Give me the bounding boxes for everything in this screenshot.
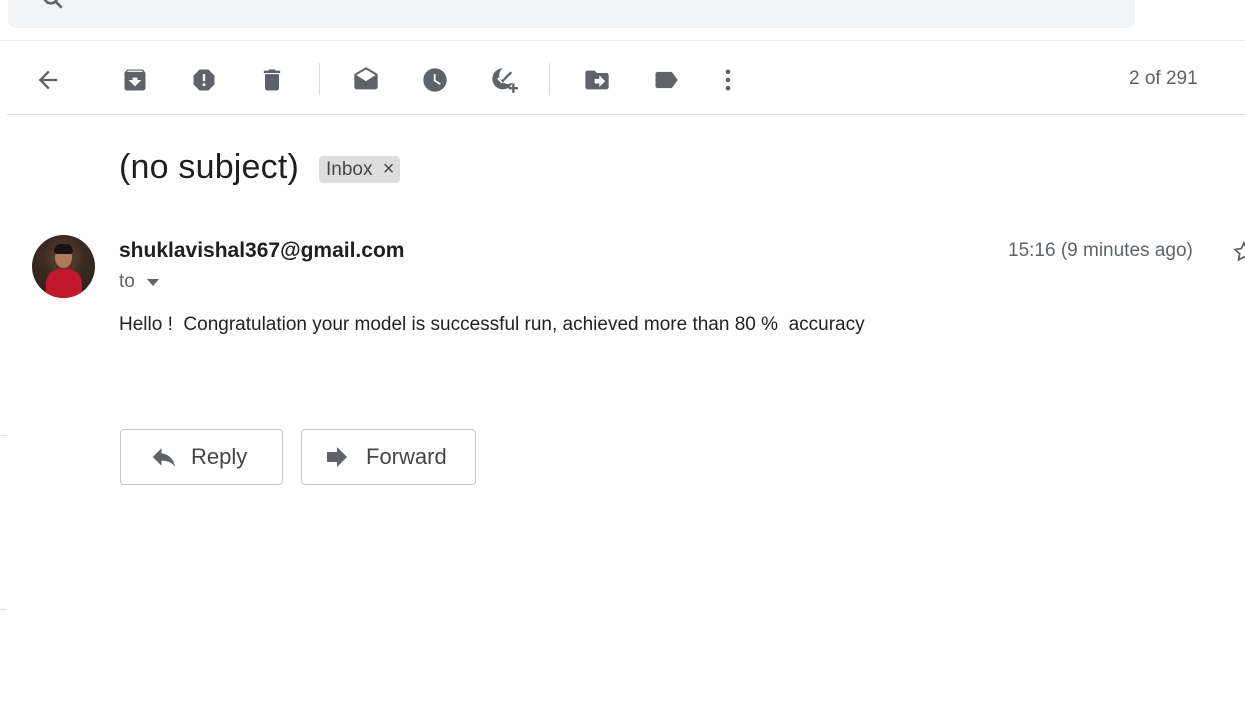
reply-label: Reply bbox=[191, 444, 248, 469]
mark-unread-icon bbox=[354, 67, 378, 90]
message-body: Hello ! Congratulation your model is suc… bbox=[119, 314, 865, 335]
forward-label: Forward bbox=[366, 444, 447, 469]
newer-button[interactable] bbox=[1239, 65, 1245, 93]
more-vert-icon bbox=[725, 69, 731, 91]
archive-icon bbox=[124, 69, 146, 91]
back-button[interactable] bbox=[28, 60, 68, 100]
delete-icon bbox=[263, 69, 281, 91]
add-to-tasks-icon bbox=[492, 68, 518, 93]
archive-button[interactable] bbox=[115, 60, 155, 100]
reply-icon bbox=[152, 448, 176, 467]
show-details-caret-icon[interactable] bbox=[146, 278, 159, 286]
report-spam-button[interactable] bbox=[184, 60, 224, 100]
to-label: to bbox=[119, 271, 135, 292]
back-arrow-icon bbox=[38, 70, 58, 90]
message-timestamp: 15:16 (9 minutes ago) bbox=[1008, 240, 1193, 261]
recipient-line: to bbox=[119, 271, 159, 293]
pagination-count: 2 of 291 bbox=[1129, 68, 1198, 89]
sender-email[interactable]: shuklavishal367@gmail.com bbox=[119, 239, 404, 263]
star-button[interactable] bbox=[1232, 240, 1245, 266]
toolbar-separator bbox=[549, 63, 550, 95]
forward-icon bbox=[327, 447, 347, 467]
email-subject: (no subject) bbox=[119, 148, 300, 186]
reply-button[interactable]: Reply bbox=[120, 429, 283, 485]
sender-avatar[interactable] bbox=[32, 235, 95, 298]
add-to-tasks-button[interactable] bbox=[484, 60, 524, 100]
edge-divider bbox=[0, 609, 7, 610]
label-chip-text: Inbox bbox=[326, 159, 373, 180]
star-icon bbox=[1233, 240, 1245, 262]
toolbar-separator bbox=[319, 63, 320, 95]
remove-label-button[interactable]: × bbox=[383, 156, 395, 183]
label-icon bbox=[655, 71, 678, 89]
chevron-right-icon bbox=[1239, 65, 1245, 93]
message-toolbar: 2 of 291 bbox=[7, 41, 1245, 115]
delete-button[interactable] bbox=[252, 60, 292, 100]
mark-unread-button[interactable] bbox=[346, 60, 386, 100]
inbox-label-chip[interactable]: Inbox × bbox=[319, 156, 401, 183]
move-to-icon bbox=[585, 70, 609, 90]
move-to-button[interactable] bbox=[577, 60, 617, 100]
snooze-icon bbox=[423, 68, 447, 92]
more-options-button[interactable] bbox=[708, 60, 748, 100]
report-spam-icon bbox=[193, 69, 215, 91]
snooze-button[interactable] bbox=[415, 60, 455, 100]
forward-button[interactable]: Forward bbox=[301, 429, 476, 485]
edge-divider bbox=[0, 435, 7, 436]
search-bar[interactable] bbox=[8, 0, 1135, 28]
search-icon[interactable] bbox=[40, 0, 66, 12]
label-button[interactable] bbox=[646, 60, 686, 100]
